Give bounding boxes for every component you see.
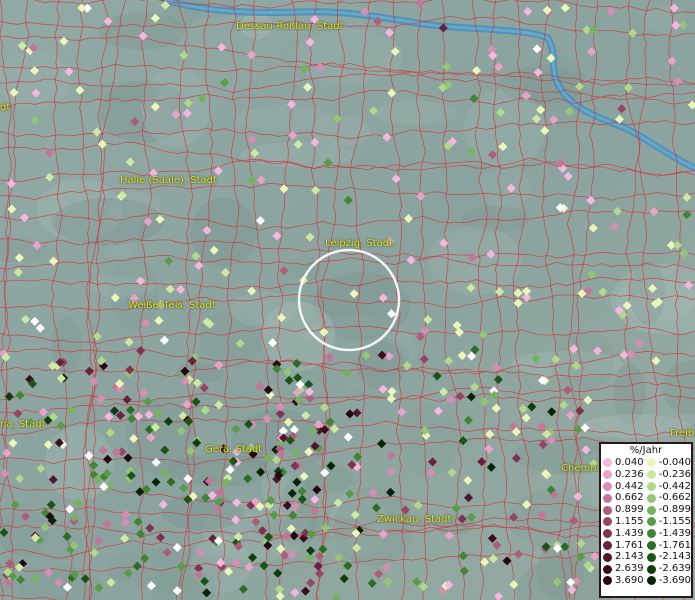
legend-label: 0.899: [615, 504, 644, 516]
legend-row: -2.143: [646, 551, 691, 563]
legend-swatch: [603, 564, 612, 574]
legend-label: 0.442: [615, 480, 644, 492]
legend-swatch: [646, 481, 656, 491]
legend-row: -0.040: [646, 457, 691, 469]
legend-row: -0.442: [646, 480, 691, 493]
legend-label: -1.761: [658, 539, 691, 551]
legend-label: -1.155: [658, 515, 691, 527]
legend-swatch: [646, 493, 656, 503]
legend-swatch: [603, 576, 612, 586]
legend-row: 1.761: [603, 540, 647, 552]
city-label: Zwickau, Stadt: [377, 514, 452, 525]
legend-swatch: [603, 481, 612, 491]
legend-row: 0.236: [603, 469, 647, 481]
legend-label: -0.236: [658, 468, 691, 480]
legend-swatch: [646, 529, 656, 539]
legend-label: 3.690: [615, 574, 644, 586]
city-label: na, Stadt: [0, 419, 46, 430]
terrain-patch: [373, 101, 459, 125]
legend-swatch: [603, 529, 612, 539]
city-label: Leipzig, Stadt: [325, 238, 394, 249]
legend-swatch: [603, 470, 612, 480]
legend-label: -0.040: [658, 457, 691, 468]
legend-row: 2.639: [603, 563, 647, 575]
terrain-patch: [478, 167, 532, 209]
legend-title: %/Jahr: [629, 445, 663, 456]
city-label: dt: [0, 102, 11, 113]
map-canvas[interactable]: [0, 0, 695, 600]
legend-label: 1.155: [615, 515, 644, 527]
legend-swatch: [646, 470, 656, 480]
legend-swatch: [603, 505, 612, 515]
legend-swatch: [646, 576, 656, 586]
legend-row: 1.439: [603, 528, 647, 540]
legend-label: -2.639: [658, 563, 691, 575]
terrain-patch: [629, 260, 666, 325]
legend-swatch: [646, 564, 656, 574]
legend-label: -0.442: [658, 480, 691, 492]
legend-row: 2.143: [603, 551, 647, 563]
legend-positive-column: 0.040 0.236 0.442 0.662 0.899 1.155 1.439 1.761…: [603, 457, 647, 587]
legend-label: 1.761: [615, 539, 644, 551]
legend-label: -0.899: [658, 504, 691, 516]
legend-swatch: [646, 552, 656, 562]
terrain-patch: [643, 5, 687, 34]
terrain-patch: [86, 275, 155, 297]
legend-row: -2.639: [646, 563, 691, 575]
legend-label: 2.143: [615, 551, 644, 563]
city-label: Chemni: [561, 463, 600, 474]
legend-row: 3.690: [603, 575, 647, 587]
legend-swatch: [646, 517, 656, 527]
legend-row: 0.040: [603, 457, 647, 469]
legend-row: -0.236: [646, 468, 691, 481]
legend-label: -0.662: [658, 492, 691, 504]
city-label: Gera, Stadt: [205, 444, 263, 455]
city-label: Weißenfels, Stadt: [128, 300, 216, 311]
legend-row: -0.899: [646, 504, 691, 516]
legend-swatch: [646, 540, 656, 550]
legend-label: -3.690: [658, 574, 691, 586]
terrain-patch: [237, 105, 331, 131]
legend-label: 0.662: [615, 492, 644, 504]
legend-row: 1.155: [603, 516, 647, 528]
legend-negative-column: -0.040 -0.236 -0.442 -0.662 -0.899 -1.155 -1.4…: [646, 457, 691, 587]
city-label: Freib: [670, 428, 695, 439]
legend: %/Jahr 0.040 0.236 0.442 0.662 0.899 1.155 1.4…: [599, 442, 693, 598]
legend-swatch: [603, 458, 612, 468]
legend-row: -3.690: [646, 574, 691, 587]
terrain-patch: [427, 226, 522, 295]
legend-swatch: [603, 540, 612, 550]
legend-swatch: [603, 517, 612, 527]
terrain-patch: [300, 464, 354, 494]
terrain-patch: [190, 198, 257, 268]
legend-swatch: [646, 458, 656, 468]
legend-label: 0.040: [615, 457, 644, 468]
legend-label: -2.143: [658, 551, 691, 563]
legend-swatch: [646, 505, 656, 515]
legend-label: -1.439: [658, 527, 691, 539]
legend-row: -1.155: [646, 515, 691, 528]
legend-label: 1.439: [615, 527, 644, 539]
legend-row: 0.899: [603, 504, 647, 516]
city-label: Halle (Saale), Stadt: [120, 175, 217, 186]
legend-row: -1.439: [646, 527, 691, 540]
legend-row: 0.442: [603, 481, 647, 493]
legend-swatch: [603, 493, 612, 503]
legend-row: -1.761: [646, 539, 691, 552]
legend-label: 0.236: [615, 468, 644, 480]
legend-label: 2.639: [615, 563, 644, 575]
terrain-patch: [549, 329, 615, 392]
legend-swatch: [603, 552, 612, 562]
city-label: Dessau-Roßlau, Stadt: [236, 21, 344, 32]
legend-row: -0.662: [646, 492, 691, 504]
legend-row: 0.662: [603, 492, 647, 504]
